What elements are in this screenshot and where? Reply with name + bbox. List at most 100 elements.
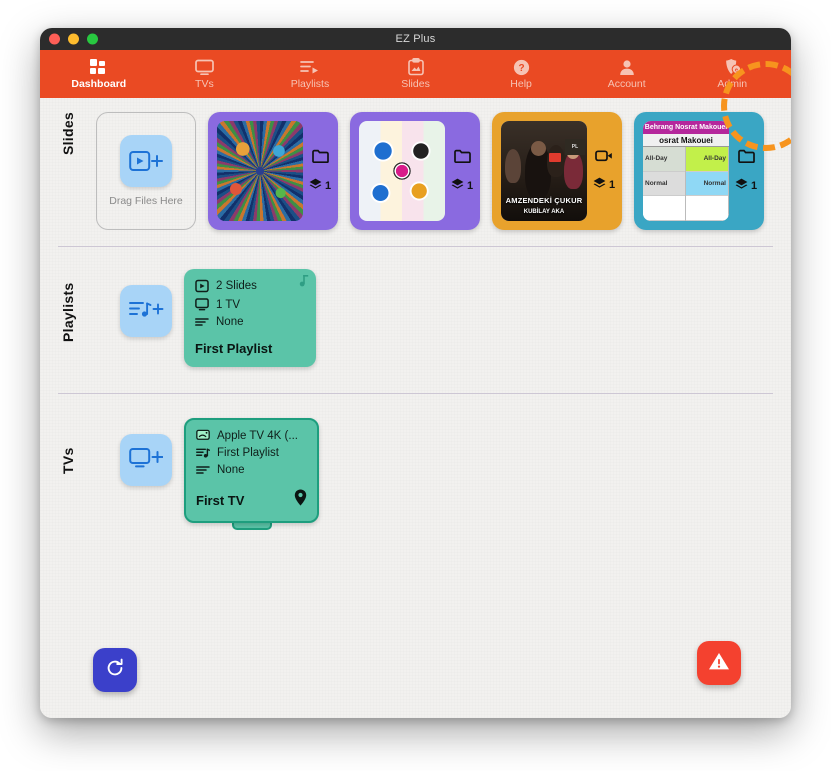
layers-icon (735, 178, 748, 194)
slide-layers-row: 1 (735, 178, 757, 194)
tv-icon (193, 58, 215, 76)
slide-artwork-video: PL AMZENDEKİ ÇUKUR KUBİLAY AKA (501, 121, 587, 221)
nav-label-admin: Admin (717, 78, 748, 90)
nav-label-tvs: TVs (195, 78, 214, 90)
calendar-cell: Normal (686, 171, 728, 197)
tv-info-row: None (196, 464, 307, 476)
svg-text:e: e (735, 68, 738, 74)
nav-item-tvs[interactable]: TVs (152, 50, 258, 98)
add-tv-icon (129, 447, 164, 474)
refresh-button[interactable] (93, 648, 137, 692)
slides-dropzone-label: Drag Files Here (109, 195, 183, 207)
nav-item-help[interactable]: ? Help (468, 50, 574, 98)
window-titlebar: EZ Plus (40, 28, 791, 50)
playlist-schedule: None (216, 316, 244, 328)
music-note-icon (299, 274, 309, 292)
window-title: EZ Plus (395, 33, 436, 45)
slide-meta: 1 (451, 149, 473, 194)
admin-shield-icon: e (721, 58, 743, 76)
folder-icon (737, 149, 755, 168)
slides-section: Slides Drag Files Here 1 1 PL AMZENDEKİ … (40, 98, 791, 230)
playlist-title: First Playlist (195, 341, 273, 356)
calendar-cell (686, 196, 728, 221)
slide-meta: 1 (593, 149, 615, 193)
zoom-window-button[interactable] (87, 33, 98, 45)
tv-card-wrapper[interactable]: Apple TV 4K (... First Playlist None Fir… (184, 418, 319, 530)
tv-playlist-name: First Playlist (217, 447, 279, 459)
slide-thumbnail (217, 121, 303, 221)
svg-text:?: ? (518, 63, 524, 74)
slide-layers-count: 1 (325, 179, 332, 192)
slide-layers-count: 1 (609, 179, 616, 191)
add-tv-button[interactable] (120, 434, 172, 486)
help-question-icon: ? (510, 58, 532, 76)
nav-label-playlists: Playlists (290, 78, 330, 90)
slides-dropzone[interactable]: Drag Files Here (96, 112, 196, 230)
slide-layers-count: 1 (751, 179, 758, 192)
slide-card[interactable]: 1 (350, 112, 480, 230)
layers-icon (309, 178, 322, 194)
location-pin-icon[interactable] (294, 489, 307, 511)
slide-card[interactable]: 1 (208, 112, 338, 230)
nav-item-admin[interactable]: e Admin (679, 50, 785, 98)
nav-label-dashboard: Dashboard (71, 78, 127, 90)
list-lines-icon (195, 317, 209, 327)
nav-item-playlists[interactable]: Playlists (257, 50, 363, 98)
add-playlist-icon (128, 299, 164, 324)
tvs-section-label: TVs (60, 447, 76, 475)
calendar-grid: All-Day Normal All-Day Normal (643, 147, 729, 221)
layers-icon (451, 178, 464, 194)
nav-label-help: Help (510, 78, 532, 90)
tv-title-row: First TV (196, 489, 307, 511)
slide-card[interactable]: PL AMZENDEKİ ÇUKUR KUBİLAY AKA 1 (492, 112, 622, 230)
add-playlist-button[interactable] (120, 285, 172, 337)
tv-card[interactable]: Apple TV 4K (... First Playlist None Fir… (184, 418, 319, 523)
slides-list: Drag Files Here 1 1 PL AMZENDEKİ ÇUKUR K… (96, 112, 791, 230)
dashboard-grid-icon (88, 58, 110, 76)
tvs-section: TVs Apple TV 4K (... First Playlist None… (40, 394, 791, 530)
slide-meta: 1 (309, 149, 331, 194)
refresh-icon (105, 658, 125, 683)
slide-layers-row: 1 (593, 177, 615, 193)
tvs-list: Apple TV 4K (... First Playlist None Fir… (96, 406, 791, 530)
playlist-card[interactable]: 2 Slides 1 TV None First Playlist (184, 269, 316, 367)
video-camera-icon (595, 149, 613, 167)
playlists-section: Playlists 2 Slides 1 TV None First Playl… (40, 247, 791, 367)
alert-button[interactable] (697, 641, 741, 685)
main-toolbar: Dashboard TVs Playlists Slides ? Help Ac… (40, 50, 791, 98)
playlist-slides-count: 2 Slides (216, 280, 257, 292)
slide-artwork-burst (217, 121, 303, 221)
slide-card[interactable]: Behrang Nosrat Makouei osrat Makouei All… (634, 112, 764, 230)
slide-artwork-calendar: Behrang Nosrat Makouei osrat Makouei All… (643, 121, 729, 221)
slide-video-caption: AMZENDEKİ ÇUKUR (505, 196, 583, 205)
slide-layers-row: 1 (451, 178, 473, 194)
minimize-window-button[interactable] (68, 33, 79, 45)
playlists-section-label: Playlists (60, 282, 76, 342)
calendar-header: osrat Makouei (643, 134, 729, 147)
nav-item-dashboard[interactable]: Dashboard (46, 50, 152, 98)
slide-thumbnail (359, 121, 445, 221)
nav-item-account[interactable]: Account (574, 50, 680, 98)
slide-play-icon (195, 279, 209, 293)
layers-icon (593, 177, 606, 193)
slide-thumbnail: PL AMZENDEKİ ÇUKUR KUBİLAY AKA (501, 121, 587, 221)
calendar-column-right: All-Day Normal (686, 147, 729, 221)
warning-triangle-icon (708, 651, 730, 676)
traffic-light-group (49, 33, 98, 45)
calendar-cell: All-Day (686, 147, 728, 172)
playlist-info-row: 2 Slides (195, 279, 305, 293)
playlist-tv-count: 1 TV (216, 298, 241, 311)
slide-artwork-gears (359, 121, 445, 221)
app-window: EZ Plus Dashboard TVs Playlists Slides ?… (40, 28, 791, 718)
list-lines-icon (196, 465, 210, 475)
tv-info-row: Apple TV 4K (... (196, 429, 307, 442)
tv-info-row: First Playlist (196, 447, 307, 459)
playlist-icon (299, 58, 321, 76)
slide-layers-row: 1 (309, 178, 331, 194)
playlist-info-row: None (195, 316, 305, 328)
close-window-button[interactable] (49, 33, 60, 45)
playlists-list: 2 Slides 1 TV None First Playlist (96, 257, 791, 367)
folder-icon (453, 149, 471, 168)
slide-meta: 1 (735, 149, 757, 194)
nav-item-slides[interactable]: Slides (363, 50, 469, 98)
